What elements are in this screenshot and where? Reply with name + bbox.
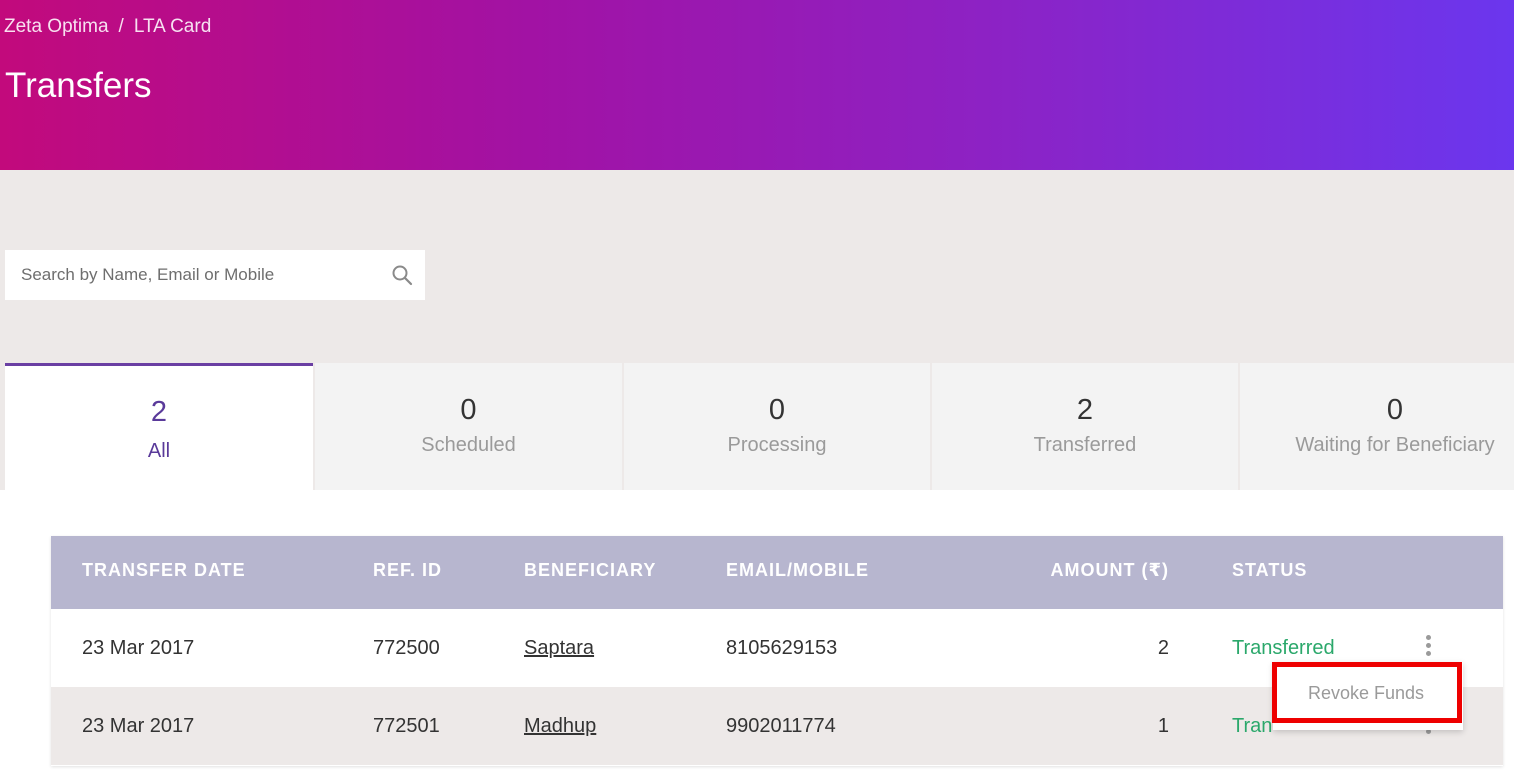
email-mobile-cell: 9902011774 <box>726 715 836 737</box>
page-header: Zeta Optima / LTA Card Transfers <box>0 0 1514 170</box>
column-header-amount[interactable]: AMOUNT (₹) <box>1050 560 1169 581</box>
breadcrumb: Zeta Optima / LTA Card <box>4 16 211 38</box>
tab-transferred[interactable]: 2 Transferred <box>932 363 1238 490</box>
kebab-menu-icon[interactable] <box>1423 635 1433 659</box>
tab-label: All <box>147 440 171 462</box>
column-header-transfer-date[interactable]: TRANSFER DATE <box>82 560 246 581</box>
search-icon[interactable] <box>391 264 413 286</box>
tab-label: Waiting for Beneficiary <box>1295 434 1495 456</box>
status-badge: Tran <box>1232 715 1273 737</box>
status-badge: Transferred <box>1232 637 1335 659</box>
search-input[interactable] <box>5 250 375 300</box>
breadcrumb-item-lta-card[interactable]: LTA Card <box>134 16 211 37</box>
beneficiary-link[interactable]: Madhup <box>524 715 596 738</box>
page-title: Transfers <box>5 66 152 105</box>
tab-count: 0 <box>1386 394 1404 426</box>
column-header-status[interactable]: STATUS <box>1232 560 1307 581</box>
tab-count: 0 <box>460 394 477 426</box>
tab-processing[interactable]: 0 Processing <box>624 363 930 490</box>
transfer-date-cell: 23 Mar 2017 <box>82 637 195 659</box>
tab-label: Processing <box>727 434 827 456</box>
highlight-box <box>1272 662 1462 723</box>
search-box <box>5 250 425 300</box>
column-header-beneficiary[interactable]: BENEFICIARY <box>524 560 656 581</box>
table-header: TRANSFER DATE REF. ID BENEFICIARY EMAIL/… <box>51 536 1503 609</box>
breadcrumb-separator: / <box>118 16 124 37</box>
breadcrumb-item-zeta-optima[interactable]: Zeta Optima <box>4 16 109 37</box>
email-mobile-cell: 8105629153 <box>726 637 838 659</box>
amount-cell: 1 <box>1157 715 1169 737</box>
tab-count: 2 <box>1076 394 1094 426</box>
tab-scheduled[interactable]: 0 Scheduled <box>315 363 622 490</box>
status-tabs: 2 All 0 Scheduled 0 Processing 2 Transfe… <box>0 363 1514 490</box>
ref-id-cell: 772501 <box>373 715 440 737</box>
beneficiary-link[interactable]: Saptara <box>524 637 594 660</box>
column-header-email-mobile[interactable]: EMAIL/MOBILE <box>726 560 869 581</box>
tab-label: Transferred <box>1033 434 1137 456</box>
tab-waiting-for-beneficiary[interactable]: 0 Waiting for Beneficiary <box>1240 363 1514 490</box>
tab-all[interactable]: 2 All <box>5 363 313 490</box>
ref-id-cell: 772500 <box>373 637 440 659</box>
transfers-table: TRANSFER DATE REF. ID BENEFICIARY EMAIL/… <box>51 536 1503 766</box>
amount-cell: 2 <box>1157 637 1169 659</box>
tab-count: 0 <box>768 394 786 426</box>
tab-label: Scheduled <box>421 434 516 456</box>
tab-count: 2 <box>150 396 168 428</box>
column-header-ref-id[interactable]: REF. ID <box>373 560 442 581</box>
transfer-date-cell: 23 Mar 2017 <box>82 715 195 737</box>
